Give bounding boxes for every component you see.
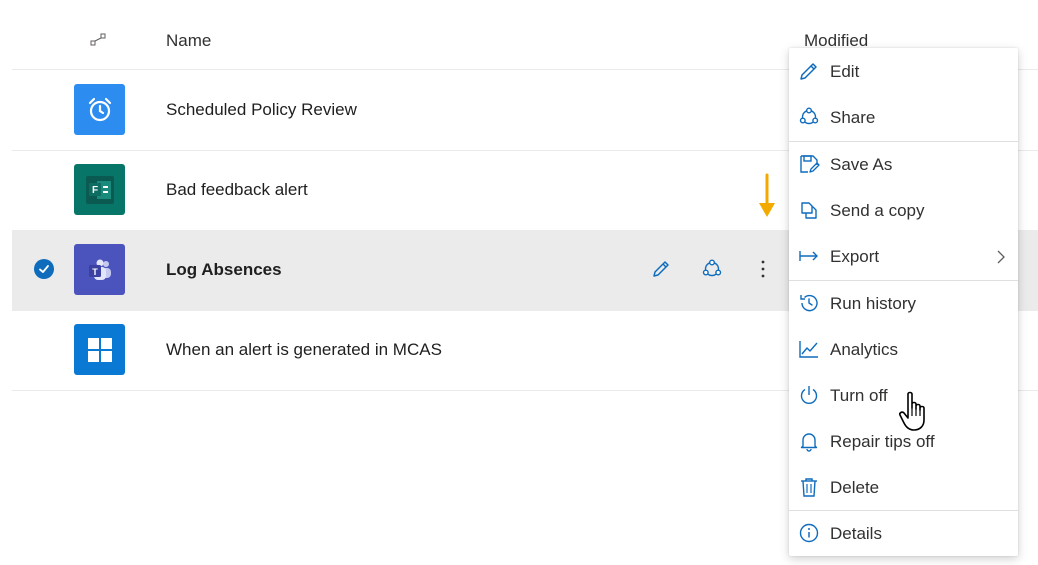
menu-item-label: Delete — [830, 478, 880, 497]
share-icon — [798, 106, 820, 128]
forms-icon: F — [74, 164, 125, 215]
alarm-clock-icon — [74, 84, 125, 135]
menu-item-save-as[interactable]: Save As — [789, 142, 1018, 188]
menu-item-label: Turn off — [830, 386, 888, 405]
windows-icon — [74, 324, 125, 375]
menu-item-label: Analytics — [830, 340, 899, 359]
bell-icon — [798, 430, 820, 452]
menu-item-export[interactable]: Export — [789, 234, 1018, 280]
info-icon — [798, 522, 820, 544]
hand-cursor-icon — [899, 391, 925, 431]
menu-item-delete[interactable]: Delete — [789, 465, 1018, 511]
menu-item-share[interactable]: Share — [789, 95, 1018, 141]
column-header-name[interactable]: Name — [166, 31, 211, 51]
analytics-icon — [798, 338, 820, 360]
copy-icon — [798, 199, 820, 221]
flow-name[interactable]: Scheduled Policy Review — [166, 100, 357, 120]
menu-item-analytics[interactable]: Analytics — [789, 327, 1018, 373]
menu-item-label: Export — [830, 247, 880, 266]
edit-row-pencil-icon[interactable] — [649, 257, 673, 281]
context-menu: Edit Share Save As Send a copy Export Ru… — [789, 48, 1018, 556]
menu-item-label: Share — [830, 108, 876, 127]
flow-name[interactable]: When an alert is generated in MCAS — [166, 340, 442, 360]
save-as-icon — [798, 153, 820, 175]
menu-item-label: Edit — [830, 62, 860, 81]
chevron-right-icon — [994, 248, 1008, 266]
menu-item-edit[interactable]: Edit — [789, 49, 1018, 95]
power-icon — [798, 384, 820, 406]
menu-item-label: Run history — [830, 294, 916, 313]
menu-item-label: Details — [830, 524, 882, 543]
history-icon — [798, 292, 820, 314]
export-icon — [798, 245, 820, 267]
flow-name[interactable]: Bad feedback alert — [166, 180, 308, 200]
menu-item-label: Send a copy — [830, 201, 925, 220]
menu-item-label: Repair tips off — [830, 432, 935, 451]
menu-item-send-a-copy[interactable]: Send a copy — [789, 188, 1018, 234]
teams-icon: T — [74, 244, 125, 295]
connector-type-icon — [88, 30, 108, 50]
svg-text:F: F — [91, 185, 97, 196]
share-row-icon[interactable] — [700, 257, 724, 281]
svg-text:T: T — [92, 267, 98, 277]
flow-name[interactable]: Log Absences — [166, 260, 282, 280]
row-selected-checkmark-icon[interactable] — [34, 259, 54, 279]
more-options-icon[interactable] — [751, 257, 775, 281]
menu-item-details[interactable]: Details — [789, 511, 1018, 557]
down-arrow-annotation-icon — [759, 173, 775, 217]
trash-icon — [798, 476, 820, 498]
pencil-icon — [798, 60, 820, 82]
menu-item-run-history[interactable]: Run history — [789, 281, 1018, 327]
menu-item-label: Save As — [830, 155, 893, 174]
